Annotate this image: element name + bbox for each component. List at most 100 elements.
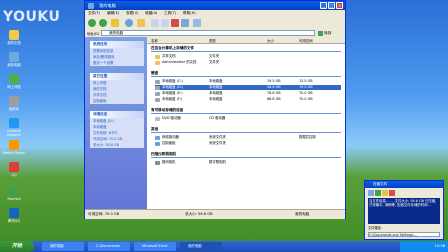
delete-icon[interactable]	[171, 19, 179, 27]
close-button[interactable]: ×	[336, 2, 343, 9]
dialog-toolbar	[368, 190, 440, 196]
desktop-icon[interactable]: 网上邻居	[1, 74, 27, 89]
status-right: 我的电脑	[295, 212, 310, 216]
drive-icon	[155, 85, 160, 90]
col-name[interactable]: 名称	[151, 38, 158, 43]
desktop-icon[interactable]: Internet Explorer	[1, 118, 27, 137]
dialog-tool-icon[interactable]	[375, 190, 381, 196]
file-type: 文件夹	[209, 54, 220, 58]
dialog-tool-icon[interactable]	[368, 190, 374, 196]
taskbar-button[interactable]: 我的电脑	[42, 242, 84, 251]
drive-icon	[155, 79, 160, 84]
file-row[interactable]: 控制面板 系统文件夹	[155, 141, 341, 146]
file-row[interactable]: 本地磁盘 (D:) 本地磁盘 58.6 GB 70.0 GB	[155, 85, 341, 90]
copy-to-icon[interactable]	[161, 19, 169, 27]
group-divider	[151, 132, 341, 133]
minimize-button[interactable]: _	[320, 2, 327, 9]
file-name: 共享文档	[162, 54, 176, 58]
move-to-icon[interactable]	[151, 19, 159, 27]
drive-icon	[155, 135, 160, 140]
menu-file[interactable]: 文件(F)	[88, 11, 100, 16]
taskbar-button[interactable]: Microsoft Excel	[134, 242, 176, 251]
file-name: 本地磁盘 (E:)	[162, 91, 183, 95]
menu-tools[interactable]: 工具(T)	[164, 11, 176, 16]
col-free[interactable]: 可用空间	[299, 38, 313, 43]
menu-favorites[interactable]: 收藏(A)	[145, 11, 157, 16]
task-item: 总大小: 58.6 GB	[93, 143, 119, 147]
search-icon[interactable]	[125, 19, 133, 27]
dialog-titlebar[interactable]: 压缩文件	[365, 181, 443, 188]
menu-view[interactable]: 查看(V)	[126, 11, 138, 16]
file-free: 70.0 GB	[299, 85, 313, 89]
menu-help[interactable]: 帮助(H)	[183, 11, 196, 16]
file-row[interactable]: 网络驱动器 系统文件夹 数据并控制	[155, 135, 341, 140]
desktop-icon-label: 我的电脑	[7, 63, 21, 67]
drive-icon	[155, 141, 160, 146]
desktop-icon[interactable]: 腾讯QQ	[1, 208, 27, 223]
file-row[interactable]: 数码相机 数字照相机	[155, 160, 341, 165]
start-button[interactable]: 开始	[0, 241, 34, 252]
file-row[interactable]: DVD 驱动器 CD 驱动器	[155, 116, 341, 121]
dialog-path-label: 文件路径:	[368, 226, 382, 230]
task-panel-header[interactable]: 详细信息	[90, 111, 144, 118]
drive-icon	[155, 60, 160, 65]
undo-icon[interactable]	[181, 19, 189, 27]
file-type: 本地磁盘	[209, 85, 223, 89]
task-item[interactable]: 控制面板	[90, 98, 144, 104]
desktop-icon[interactable]: 回收站	[1, 96, 27, 111]
youku-watermark: YOUKU	[3, 9, 61, 25]
dialog-tool-icon[interactable]	[382, 190, 388, 196]
group-divider	[151, 157, 341, 158]
file-row[interactable]: 本地磁盘 (C:) 本地磁盘 19.5 GB 13.5 GB	[155, 79, 341, 84]
views-icon[interactable]	[193, 19, 201, 27]
status-bar: 可用空间: 70.0 GB 总大小: 58.6 GB 我的电脑	[85, 209, 345, 219]
file-type: 本地磁盘	[209, 91, 223, 95]
menu-edit[interactable]: 编辑(E)	[107, 11, 119, 16]
window-titlebar[interactable]: 我的电脑 _ □ ×	[85, 1, 345, 10]
col-type[interactable]: 类型	[209, 38, 216, 43]
task-item[interactable]: 更改一个设置	[90, 60, 144, 66]
maximize-button[interactable]: □	[328, 2, 335, 9]
file-type: 系统文件夹	[209, 141, 226, 145]
desktop-icon[interactable]: 我的文档	[1, 30, 27, 45]
group-divider	[151, 76, 341, 77]
file-size: 78.6 GB	[267, 91, 281, 95]
file-type: 系统文件夹	[209, 135, 226, 139]
desktop-icon[interactable]: 我的电脑	[1, 52, 27, 67]
back-icon[interactable]	[88, 19, 96, 27]
taskbar-button[interactable]: 我的电脑	[180, 242, 222, 251]
file-row[interactable]: 本地磁盘 (F:) 本地磁盘 68.8 GB 70.0 GB	[155, 97, 341, 102]
file-free: 13.5 GB	[299, 79, 313, 83]
col-size[interactable]: 大小	[267, 38, 274, 43]
desktop-icon-image	[9, 52, 19, 62]
task-panel-header[interactable]: 其它位置	[90, 73, 144, 80]
taskbar-button[interactable]: C:\Documents	[88, 242, 130, 251]
dialog-path-field[interactable]: C:\Documents and Settings\...	[368, 232, 440, 237]
group-divider	[151, 113, 341, 114]
file-free: 数据并控制	[299, 135, 316, 139]
dialog-tool-icon[interactable]	[389, 190, 395, 196]
address-value: 我的电脑	[109, 31, 124, 35]
up-folder-icon[interactable]	[111, 19, 119, 27]
desktop-icon-label: QQ	[11, 173, 17, 177]
file-type: 本地磁盘	[209, 79, 223, 83]
desktop-icon[interactable]: Media Player	[1, 140, 27, 155]
forward-icon[interactable]	[99, 19, 107, 27]
desktop-icon[interactable]: Foxmail	[1, 186, 27, 201]
file-name: Administrator 的文档	[162, 60, 197, 64]
file-row[interactable]: Administrator 的文档 文件夹	[155, 60, 341, 65]
progress-dialog: 压缩文件 当文件信息... ... 文件大小: 58.6 GB 已压缩, 已传输…	[364, 180, 444, 240]
go-button[interactable]: 转到	[318, 30, 340, 36]
dialog-title: 压缩文件	[373, 182, 388, 186]
group-divider	[151, 51, 341, 52]
file-name: 本地磁盘 (C:)	[162, 79, 183, 83]
address-field[interactable]: 我的电脑	[101, 30, 315, 36]
file-row[interactable]: 共享文档 文件夹	[155, 54, 341, 59]
file-type: 本地磁盘	[209, 97, 223, 101]
desktop-icon[interactable]: QQ	[1, 162, 27, 177]
file-row[interactable]: 本地磁盘 (E:) 本地磁盘 78.6 GB 70.0 GB	[155, 91, 341, 96]
task-panel-header[interactable]: 系统任务	[90, 41, 144, 48]
desktop-icon-image	[9, 74, 19, 84]
desktop-icon-image	[9, 162, 19, 172]
folders-icon[interactable]	[137, 19, 145, 27]
